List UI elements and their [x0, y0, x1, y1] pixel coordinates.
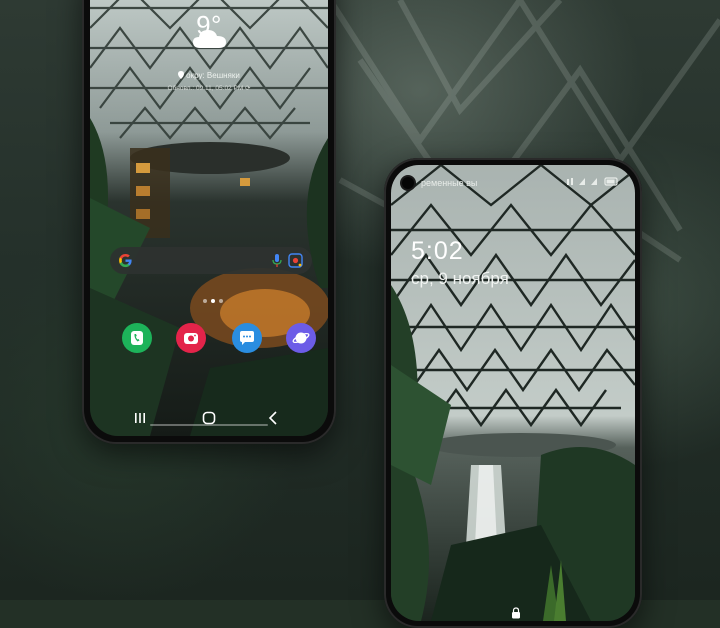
phone-app[interactable] — [122, 323, 152, 353]
weather-location-label: окру: Вешняки — [186, 71, 240, 80]
lock-screen-time: 5:02 — [411, 237, 464, 265]
cloud-icon[interactable] — [192, 28, 228, 50]
mic-icon[interactable] — [272, 253, 282, 268]
weather-location[interactable]: окру: Вешняки — [90, 71, 328, 80]
status-bar-text: ременные вы — [421, 178, 478, 188]
message-icon — [240, 331, 254, 345]
front-camera — [402, 177, 414, 189]
home-icon[interactable] — [202, 411, 216, 425]
messages-app[interactable] — [232, 323, 262, 353]
location-pin-icon — [178, 71, 185, 79]
phone-icon — [131, 331, 143, 345]
back-icon[interactable] — [268, 411, 278, 425]
camera-icon — [184, 333, 198, 344]
planet-icon — [292, 332, 310, 344]
lock-screen: ременные вы 5:02 ср, 9 ноября — [391, 165, 635, 621]
weather-updated: Обновл.: 09.11, 05:02 PM ⟳ — [167, 85, 251, 92]
home-wallpaper — [90, 0, 328, 436]
lock-icon[interactable] — [511, 607, 521, 619]
recent-apps-icon[interactable] — [134, 412, 146, 424]
app-dock — [108, 323, 316, 357]
lock-wallpaper — [391, 165, 635, 621]
page-indicator — [203, 299, 223, 303]
navigation-bar — [90, 408, 328, 428]
camera-app[interactable] — [176, 323, 206, 353]
lock-screen-phone: ременные вы 5:02 ср, 9 ноября — [384, 158, 642, 628]
internet-app[interactable] — [286, 323, 316, 353]
lens-icon[interactable] — [288, 253, 303, 268]
home-screen: 9° окру: Вешняки Обновл.: 09.11, 05:02 P… — [90, 0, 328, 436]
lock-screen-date: ср, 9 ноября — [411, 269, 509, 288]
status-icons — [567, 177, 618, 186]
google-g-icon — [119, 253, 132, 268]
google-search-bar[interactable] — [110, 247, 312, 274]
home-screen-phone: 9° окру: Вешняки Обновл.: 09.11, 05:02 P… — [82, 0, 336, 444]
gesture-bar — [150, 424, 268, 426]
